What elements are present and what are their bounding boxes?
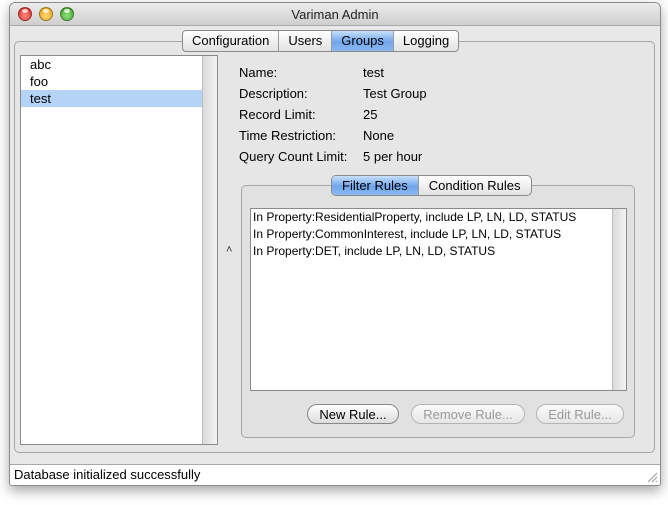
tab-users[interactable]: Users <box>279 31 333 51</box>
tab-logging[interactable]: Logging <box>394 31 458 51</box>
list-item[interactable]: In Property:DET, include LP, LN, LD, STA… <box>251 243 626 260</box>
list-item-selected[interactable]: test <box>21 90 217 107</box>
tab-filter-rules[interactable]: Filter Rules <box>332 176 419 195</box>
detail-label: Description: <box>239 86 308 101</box>
detail-label: Query Count Limit: <box>239 149 348 164</box>
resize-grip-icon[interactable] <box>646 471 658 483</box>
detail-value: None <box>363 128 395 143</box>
status-text: Database initialized successfully <box>14 467 201 482</box>
tab-configuration[interactable]: Configuration <box>183 31 280 51</box>
edit-rule-button[interactable]: Edit Rule... <box>536 404 624 424</box>
title-bar[interactable]: Variman Admin <box>10 3 660 26</box>
tab-condition-rules[interactable]: Condition Rules <box>419 176 531 195</box>
detail-label: Time Restriction: <box>239 128 337 143</box>
rules-list[interactable]: In Property:ResidentialProperty, include… <box>250 208 627 391</box>
rules-list-scrollbar[interactable] <box>612 209 626 390</box>
status-bar: Database initialized successfully <box>10 464 660 485</box>
splitter-arrow-icon[interactable]: ˄ <box>226 244 232 256</box>
window-title: Variman Admin <box>291 7 379 22</box>
list-item[interactable]: In Property:CommonInterest, include LP, … <box>251 226 626 243</box>
list-item[interactable]: abc <box>21 56 217 73</box>
detail-value: test <box>363 65 384 80</box>
rules-tabs: Filter Rules Condition Rules <box>331 175 532 196</box>
detail-value: 5 per hour <box>363 149 423 164</box>
detail-label: Record Limit: <box>239 107 316 122</box>
remove-rule-button[interactable]: Remove Rule... <box>411 404 525 424</box>
detail-value: Test Group <box>363 86 427 101</box>
new-rule-button[interactable]: New Rule... <box>307 404 399 424</box>
app-window: Variman Admin Configuration Users Groups… <box>9 2 661 486</box>
group-list-scrollbar[interactable] <box>202 56 217 444</box>
list-item[interactable]: In Property:ResidentialProperty, include… <box>251 209 626 226</box>
detail-label: Name: <box>239 65 278 80</box>
list-item[interactable]: foo <box>21 73 217 90</box>
group-list[interactable]: abc foo test <box>20 55 218 445</box>
main-tabs: Configuration Users Groups Logging <box>182 30 460 52</box>
detail-value: 25 <box>363 107 378 122</box>
tab-groups[interactable]: Groups <box>332 31 394 51</box>
